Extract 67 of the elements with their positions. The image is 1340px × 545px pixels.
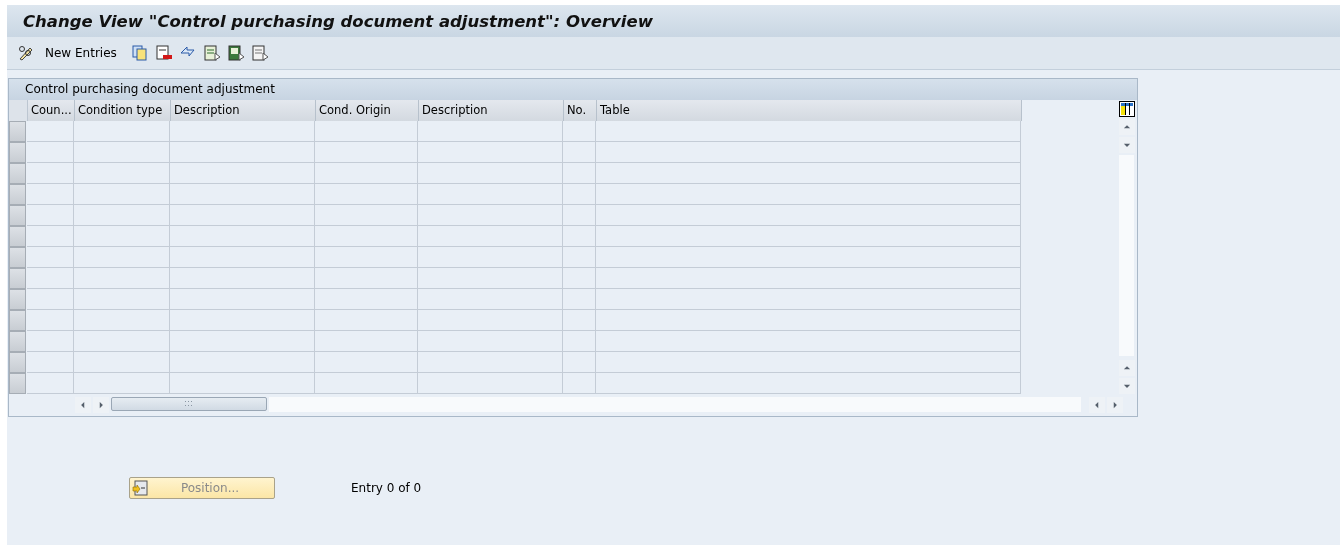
table-cell [27, 289, 74, 310]
table-cell [27, 121, 74, 142]
table-cell [27, 142, 74, 163]
table-cell [563, 226, 596, 247]
deselect-all-icon[interactable] [250, 44, 269, 62]
table-cell [27, 205, 74, 226]
scroll-up-button[interactable] [1118, 360, 1135, 376]
scroll-down-button[interactable] [1118, 378, 1135, 394]
row-selector[interactable] [9, 142, 26, 163]
table-cell [563, 121, 596, 142]
row-selector[interactable] [9, 205, 26, 226]
table-cell [27, 247, 74, 268]
window-title: Change View "Control purchasing document adjustment": Overview [23, 11, 653, 31]
position-icon [132, 480, 148, 496]
table-cell [27, 226, 74, 247]
table-cell [563, 184, 596, 205]
new-entries-button[interactable]: New Entries [41, 44, 121, 62]
table-title: Control purchasing document adjustment [9, 79, 1137, 100]
table-cell [27, 268, 74, 289]
column-header[interactable]: Cond. Origin [316, 100, 419, 121]
scroll-down-button[interactable] [1118, 137, 1135, 153]
select-all-icon[interactable] [202, 44, 221, 62]
entry-count: Entry 0 of 0 [351, 481, 422, 495]
table-cell [563, 289, 596, 310]
table-cell [563, 247, 596, 268]
row-selector[interactable] [9, 310, 26, 331]
column-settings-icon[interactable] [1118, 101, 1135, 117]
row-selector[interactable] [9, 373, 26, 394]
table-cell [563, 352, 596, 373]
column-header[interactable]: Condition type [75, 100, 171, 121]
table-cell [563, 268, 596, 289]
column-header[interactable]: Description [419, 100, 564, 121]
select-all-corner[interactable] [9, 100, 28, 121]
table-cell [563, 331, 596, 352]
scrollbar-thumb[interactable] [111, 397, 267, 411]
table-cell [563, 310, 596, 331]
scroll-right-button[interactable] [1107, 397, 1123, 413]
column-header[interactable]: Table [597, 100, 1022, 121]
table-cell [27, 373, 74, 394]
copy-icon[interactable] [130, 44, 149, 62]
scroll-right-button[interactable] [93, 397, 109, 413]
table-cell [27, 352, 74, 373]
column-header[interactable]: Description [171, 100, 316, 121]
column-header[interactable]: Coun... [28, 100, 75, 121]
table-cell [27, 310, 74, 331]
row-selector[interactable] [9, 268, 26, 289]
table-cell [563, 373, 596, 394]
table-cell [27, 331, 74, 352]
table-cell [563, 205, 596, 226]
scroll-left-button[interactable] [1089, 397, 1105, 413]
row-selector[interactable] [9, 331, 26, 352]
row-selector[interactable] [9, 121, 26, 142]
row-selector[interactable] [9, 184, 26, 205]
row-selector[interactable] [9, 247, 26, 268]
table-cell [563, 163, 596, 184]
column-header[interactable]: No. [564, 100, 597, 121]
row-selector[interactable] [9, 289, 26, 310]
delete-row-icon[interactable] [154, 44, 173, 62]
scroll-left-button[interactable] [75, 397, 91, 413]
select-block-icon[interactable] [226, 44, 245, 62]
table-cell [563, 142, 596, 163]
row-selector[interactable] [9, 226, 26, 247]
pencil-glasses-icon[interactable] [17, 44, 35, 62]
row-selector[interactable] [9, 352, 26, 373]
table-cell [27, 163, 74, 184]
row-selector[interactable] [9, 163, 26, 184]
table-cell [27, 184, 74, 205]
